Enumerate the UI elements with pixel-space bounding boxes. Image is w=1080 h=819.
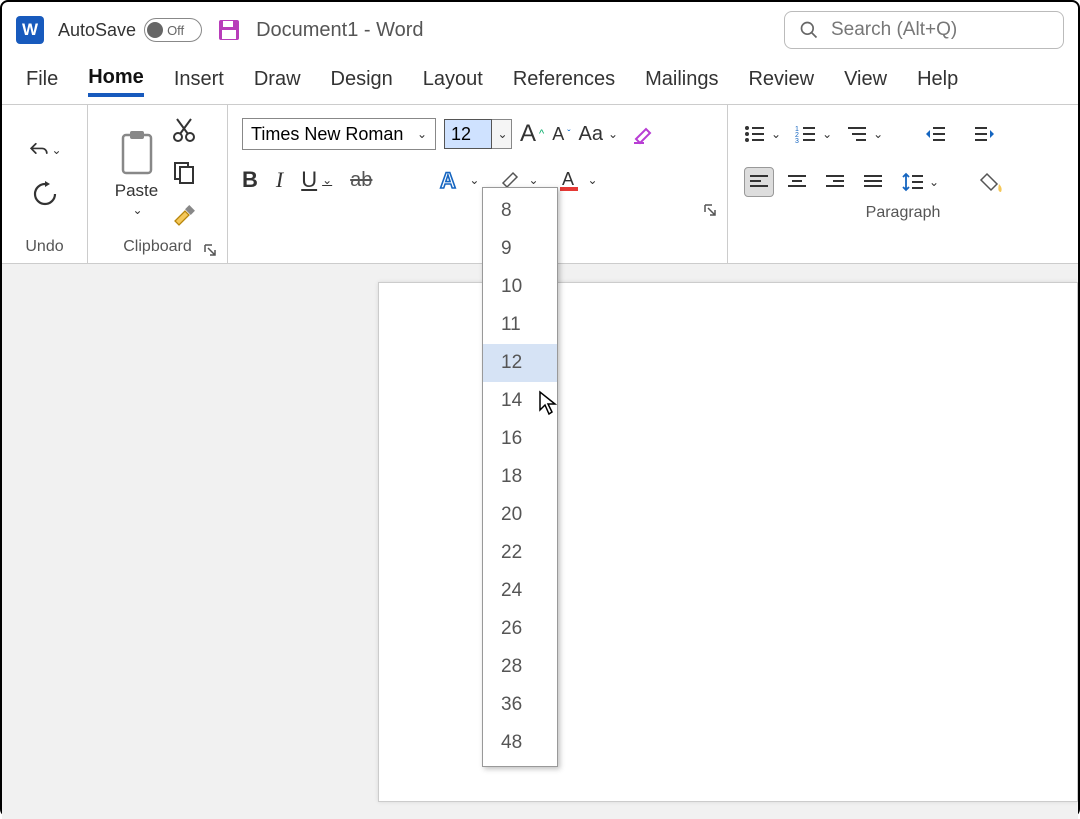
tab-draw[interactable]: Draw xyxy=(254,68,301,95)
font-name-combo[interactable]: Times New Roman ⌄ xyxy=(242,118,436,150)
dialog-launcher-icon[interactable] xyxy=(203,243,217,257)
dialog-launcher-icon[interactable] xyxy=(703,203,717,217)
grow-font-button[interactable]: A^ xyxy=(520,120,544,148)
tab-references[interactable]: References xyxy=(513,68,615,95)
decrease-indent-button[interactable] xyxy=(919,117,953,151)
chevron-down-icon: ⌄ xyxy=(51,143,61,157)
tab-insert[interactable]: Insert xyxy=(174,68,224,95)
font-color-button[interactable]: A⌄ xyxy=(557,167,598,193)
font-size-option[interactable]: 8 xyxy=(483,192,557,230)
change-case-button[interactable]: Aa⌄ xyxy=(579,123,619,146)
tab-layout[interactable]: Layout xyxy=(423,68,483,95)
svg-text:3: 3 xyxy=(795,138,799,143)
cut-button[interactable] xyxy=(167,113,201,147)
tab-review[interactable]: Review xyxy=(748,68,814,95)
bullets-button[interactable]: ⌄ xyxy=(744,125,781,143)
font-size-option[interactable]: 36 xyxy=(483,686,557,724)
format-painter-button[interactable] xyxy=(167,197,201,231)
clipboard-group-label: Clipboard xyxy=(123,238,191,256)
font-size-option[interactable]: 11 xyxy=(483,306,557,344)
font-size-option[interactable]: 20 xyxy=(483,496,557,534)
tab-help[interactable]: Help xyxy=(917,68,958,95)
chevron-down-icon: ⌄ xyxy=(417,127,427,141)
tab-design[interactable]: Design xyxy=(331,68,393,95)
autosave-label: AutoSave xyxy=(58,20,136,41)
undo-button[interactable]: ⌄ xyxy=(28,133,62,167)
autosave-toggle[interactable]: Off xyxy=(144,18,202,42)
numbering-button[interactable]: 123⌄ xyxy=(795,125,832,143)
font-size-option-selected[interactable]: 12 xyxy=(483,344,557,382)
tab-home[interactable]: Home xyxy=(88,66,144,97)
title-bar: W AutoSave Off Document1 - Word Search (… xyxy=(2,2,1078,58)
svg-text:A: A xyxy=(440,168,456,193)
paste-button[interactable]: Paste ⌄ xyxy=(115,127,159,217)
ribbon-tabs: File Home Insert Draw Design Layout Refe… xyxy=(2,58,1078,104)
font-size-dropdown-button[interactable]: ⌄ xyxy=(492,119,512,149)
copy-button[interactable] xyxy=(167,155,201,189)
align-left-button[interactable] xyxy=(744,167,774,197)
font-size-value: 12 xyxy=(451,124,471,145)
mouse-cursor-icon xyxy=(538,390,558,416)
search-box[interactable]: Search (Alt+Q) xyxy=(784,11,1064,49)
clipboard-icon xyxy=(115,127,159,179)
paste-label: Paste xyxy=(115,181,158,201)
bold-button[interactable]: B xyxy=(242,167,258,193)
tab-file[interactable]: File xyxy=(26,68,58,95)
svg-text:A: A xyxy=(562,169,574,189)
search-icon xyxy=(799,20,819,40)
font-name-value: Times New Roman xyxy=(251,124,403,145)
font-size-option[interactable]: 22 xyxy=(483,534,557,572)
text-effects-button[interactable]: A⌄ xyxy=(438,167,479,193)
word-app-icon: W xyxy=(16,16,44,44)
font-size-option[interactable]: 48 xyxy=(483,724,557,762)
paragraph-group-label: Paragraph xyxy=(866,204,941,222)
underline-button[interactable]: U⌄ xyxy=(301,167,332,193)
line-spacing-button[interactable]: ⌄ xyxy=(902,172,939,192)
shrink-font-button[interactable]: Aˇ xyxy=(552,124,570,145)
search-placeholder: Search (Alt+Q) xyxy=(831,19,957,41)
font-size-option[interactable]: 26 xyxy=(483,610,557,648)
shading-button[interactable] xyxy=(975,165,1009,199)
redo-button[interactable] xyxy=(28,177,62,211)
tab-view[interactable]: View xyxy=(844,68,887,95)
font-size-option[interactable]: 24 xyxy=(483,572,557,610)
align-center-button[interactable] xyxy=(782,167,812,197)
multilevel-list-button[interactable]: ⌄ xyxy=(846,125,883,143)
font-size-option[interactable]: 18 xyxy=(483,458,557,496)
increase-indent-button[interactable] xyxy=(967,117,1001,151)
italic-button[interactable]: I xyxy=(276,167,283,193)
clear-formatting-button[interactable] xyxy=(626,117,660,151)
chevron-down-icon[interactable]: ⌄ xyxy=(132,203,142,217)
save-icon[interactable] xyxy=(216,17,242,43)
autosave-state: Off xyxy=(167,23,184,38)
font-size-option[interactable]: 9 xyxy=(483,230,557,268)
font-size-option[interactable]: 16 xyxy=(483,420,557,458)
toggle-knob xyxy=(147,22,163,38)
font-size-dropdown[interactable]: 8 9 10 11 12 14 16 18 20 22 24 26 28 36 … xyxy=(482,187,558,767)
font-size-option[interactable]: 28 xyxy=(483,648,557,686)
undo-group-label: Undo xyxy=(12,233,77,261)
font-size-combo[interactable]: 12 xyxy=(444,119,492,149)
font-size-option[interactable]: 10 xyxy=(483,268,557,306)
justify-button[interactable] xyxy=(858,167,888,197)
autosave-control[interactable]: AutoSave Off xyxy=(58,18,202,42)
document-title: Document1 - Word xyxy=(256,19,423,42)
strikethrough-button[interactable]: ab xyxy=(350,169,372,192)
align-right-button[interactable] xyxy=(820,167,850,197)
tab-mailings[interactable]: Mailings xyxy=(645,68,718,95)
